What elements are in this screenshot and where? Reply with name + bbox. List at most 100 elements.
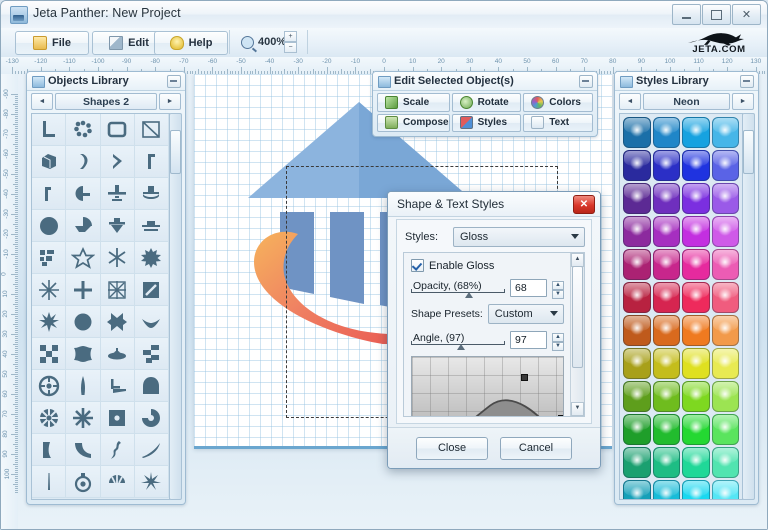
text-button[interactable]: Text [523,114,593,133]
shape-item[interactable] [32,242,66,274]
shape-item[interactable] [101,402,135,434]
minimize-button[interactable] [672,4,701,25]
styles-scrollbar[interactable] [742,113,755,500]
style-swatch[interactable] [653,282,681,313]
shape-item[interactable] [32,210,66,242]
objects-prev-button[interactable]: ◄ [31,93,53,110]
objects-next-button[interactable]: ► [159,93,181,110]
style-swatch[interactable] [623,216,651,247]
shape-item[interactable] [66,242,100,274]
style-swatch[interactable] [682,381,710,412]
file-button[interactable]: File [15,31,89,55]
shape-presets-dropdown[interactable]: Custom [488,304,564,324]
dialog-scroll-down-button[interactable]: ▼ [571,402,584,416]
scale-button[interactable]: Scale [377,93,450,112]
shape-item[interactable] [135,402,169,434]
style-swatch[interactable] [712,282,740,313]
style-swatch[interactable] [623,480,651,500]
shape-item[interactable] [66,338,100,370]
compose-button[interactable]: Compose [377,114,450,133]
angle-increase-button[interactable]: ▲ [552,333,564,342]
curve-control-point[interactable] [415,416,422,417]
style-swatch[interactable] [712,216,740,247]
shape-item[interactable] [32,306,66,338]
style-swatch[interactable] [712,183,740,214]
style-swatch[interactable] [623,282,651,313]
style-swatch[interactable] [653,381,681,412]
shape-item[interactable] [66,114,100,146]
style-swatch[interactable] [653,348,681,379]
style-swatch[interactable] [682,348,710,379]
shape-item[interactable] [66,274,100,306]
style-swatch[interactable] [712,480,740,500]
rotate-button[interactable]: Rotate [452,93,522,112]
styles-library-minimize-button[interactable] [740,75,754,88]
angle-value-field[interactable]: 97 [510,331,547,349]
shape-item[interactable] [66,306,100,338]
shape-item[interactable] [135,338,169,370]
shape-item[interactable] [135,306,169,338]
styles-set-name[interactable]: Neon [643,93,730,110]
shape-item[interactable] [135,434,169,466]
colors-button[interactable]: Colors [523,93,593,112]
shape-item[interactable] [66,402,100,434]
style-swatch[interactable] [623,381,651,412]
style-swatch[interactable] [623,348,651,379]
style-swatch[interactable] [653,216,681,247]
opacity-increase-button[interactable]: ▲ [552,281,564,290]
opacity-slider-handle[interactable] [465,292,473,298]
shape-item[interactable] [66,210,100,242]
shape-item[interactable] [135,242,169,274]
shape-item[interactable] [135,274,169,306]
objects-scrollbar-thumb[interactable] [170,130,181,174]
maximize-button[interactable] [702,4,731,25]
angle-slider[interactable]: Angle, (97) [411,332,505,349]
shape-item[interactable] [101,274,135,306]
shape-item[interactable] [101,178,135,210]
style-swatch[interactable] [682,447,710,478]
styles-next-button[interactable]: ► [732,93,754,110]
style-swatch[interactable] [682,480,710,500]
shape-item[interactable] [101,466,135,498]
style-swatch[interactable] [653,447,681,478]
dialog-cancel-button[interactable]: Cancel [500,437,572,460]
styles-dropdown[interactable]: Gloss [453,227,585,247]
style-swatch[interactable] [653,414,681,445]
shape-item[interactable] [101,242,135,274]
shape-item[interactable] [135,370,169,402]
shape-item[interactable] [101,114,135,146]
style-swatch[interactable] [623,414,651,445]
style-swatch[interactable] [682,216,710,247]
shape-item[interactable] [32,146,66,178]
objects-library-minimize-button[interactable] [167,75,181,88]
opacity-decrease-button[interactable]: ▼ [552,290,564,299]
style-swatch[interactable] [623,183,651,214]
shape-item[interactable] [135,210,169,242]
style-swatch[interactable] [623,249,651,280]
objects-shape-grid[interactable] [31,113,170,500]
opacity-slider[interactable]: Opacity, (68%) [411,280,505,297]
shape-item[interactable] [66,146,100,178]
style-swatch[interactable] [712,381,740,412]
style-swatch[interactable] [623,117,651,148]
curve-control-point[interactable] [558,415,564,417]
dialog-scrollbar-thumb[interactable] [572,266,583,368]
shape-item[interactable] [32,370,66,402]
shape-item[interactable] [32,466,66,498]
shape-item[interactable] [32,114,66,146]
style-swatch[interactable] [653,183,681,214]
shape-item[interactable] [66,370,100,402]
style-swatch[interactable] [623,150,651,181]
shape-item[interactable] [135,146,169,178]
style-swatch[interactable] [682,414,710,445]
style-swatch[interactable] [712,414,740,445]
dialog-scroll-up-button[interactable]: ▲ [571,253,584,267]
shape-item[interactable] [101,210,135,242]
shape-item[interactable] [66,466,100,498]
style-swatch[interactable] [653,249,681,280]
shape-item[interactable] [135,178,169,210]
styles-swatch-grid[interactable] [619,113,743,500]
shape-item[interactable] [66,434,100,466]
style-swatch[interactable] [712,447,740,478]
shape-item[interactable] [32,178,66,210]
